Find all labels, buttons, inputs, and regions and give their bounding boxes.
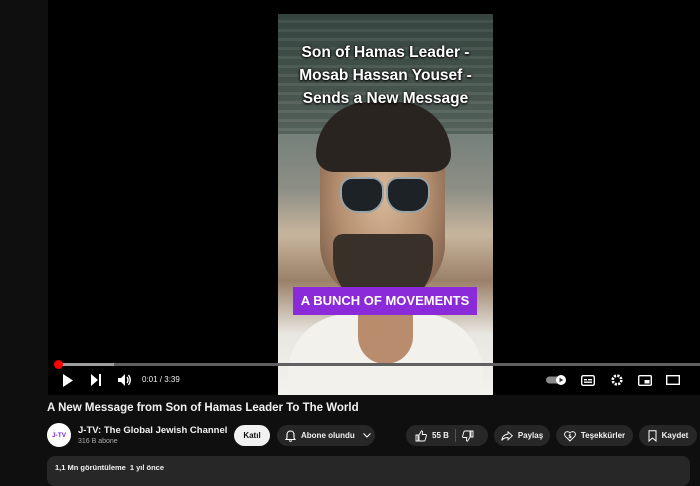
super-thanks-icon: $ — [563, 430, 576, 442]
video-figure-hair — [316, 102, 451, 172]
share-label: Paylaş — [517, 431, 544, 440]
svg-text:$: $ — [568, 434, 572, 440]
autoplay-toggle[interactable] — [545, 368, 569, 392]
dislike-button[interactable] — [462, 430, 474, 442]
player-controls: 0:01 / 3:39 — [48, 368, 700, 392]
time-display: 0:01 / 3:39 — [142, 368, 180, 392]
settings-icon[interactable] — [606, 368, 628, 392]
overlay-line-3: Sends a New Message — [302, 90, 469, 107]
like-button[interactable] — [415, 429, 427, 442]
theater-icon[interactable] — [662, 368, 684, 392]
upload-age: 1 yıl önce — [129, 463, 165, 472]
bell-icon — [285, 429, 296, 442]
next-icon[interactable] — [86, 368, 106, 392]
thanks-button[interactable]: $ Teşekkürler — [556, 425, 633, 446]
channel-avatar[interactable]: J-TV — [47, 423, 71, 447]
video-frame[interactable]: Son of Hamas Leader - Mosab Hassan Youse… — [278, 14, 493, 395]
video-figure-sunglasses — [340, 177, 430, 213]
subtitles-icon[interactable] — [577, 368, 599, 392]
channel-name[interactable]: J-TV: The Global Jewish Channel — [78, 425, 227, 436]
overlay-line-1: Son of Hamas Leader - — [301, 44, 470, 61]
like-dislike-group: 55 B — [406, 425, 488, 446]
save-button[interactable]: Kaydet — [639, 425, 697, 446]
video-title: A New Message from Son of Hamas Leader T… — [47, 402, 359, 414]
subscribed-label: Abone olundu — [301, 431, 355, 440]
video-caption: A BUNCH OF MOVEMENTS — [293, 287, 477, 315]
progress-buffered — [56, 363, 114, 366]
video-player[interactable]: Son of Hamas Leader - Mosab Hassan Youse… — [48, 0, 700, 395]
like-divider — [454, 429, 456, 442]
play-icon[interactable] — [58, 368, 78, 392]
share-button[interactable]: Paylaş — [494, 425, 550, 446]
overlay-line-2: Mosab Hassan Yousef - — [299, 67, 472, 84]
video-stats: 1,1 Mn görüntüleme 1 yıl önce — [55, 463, 168, 472]
bookmark-icon — [648, 429, 657, 442]
progress-bar[interactable] — [54, 360, 700, 369]
thanks-label: Teşekkürler — [580, 431, 626, 440]
subscriber-count: 316 B abone — [78, 438, 118, 445]
view-count: 1,1 Mn görüntüleme — [55, 463, 126, 472]
volume-icon[interactable] — [114, 368, 136, 392]
subscribed-button[interactable]: Abone olundu — [277, 425, 375, 446]
share-icon — [501, 430, 513, 441]
video-title-overlay: Son of Hamas Leader - Mosab Hassan Youse… — [278, 41, 493, 110]
like-count: 55 B — [432, 431, 449, 440]
join-button[interactable]: Katıl — [234, 425, 270, 446]
current-time: 0:01 — [142, 375, 158, 384]
description-box[interactable]: 1,1 Mn görüntüleme 1 yıl önce — [47, 456, 690, 486]
save-label: Kaydet — [661, 431, 689, 440]
miniplayer-icon[interactable] — [634, 368, 656, 392]
join-label: Katıl — [243, 431, 261, 440]
duration: 3:39 — [164, 375, 180, 384]
chevron-down-icon — [362, 433, 371, 438]
